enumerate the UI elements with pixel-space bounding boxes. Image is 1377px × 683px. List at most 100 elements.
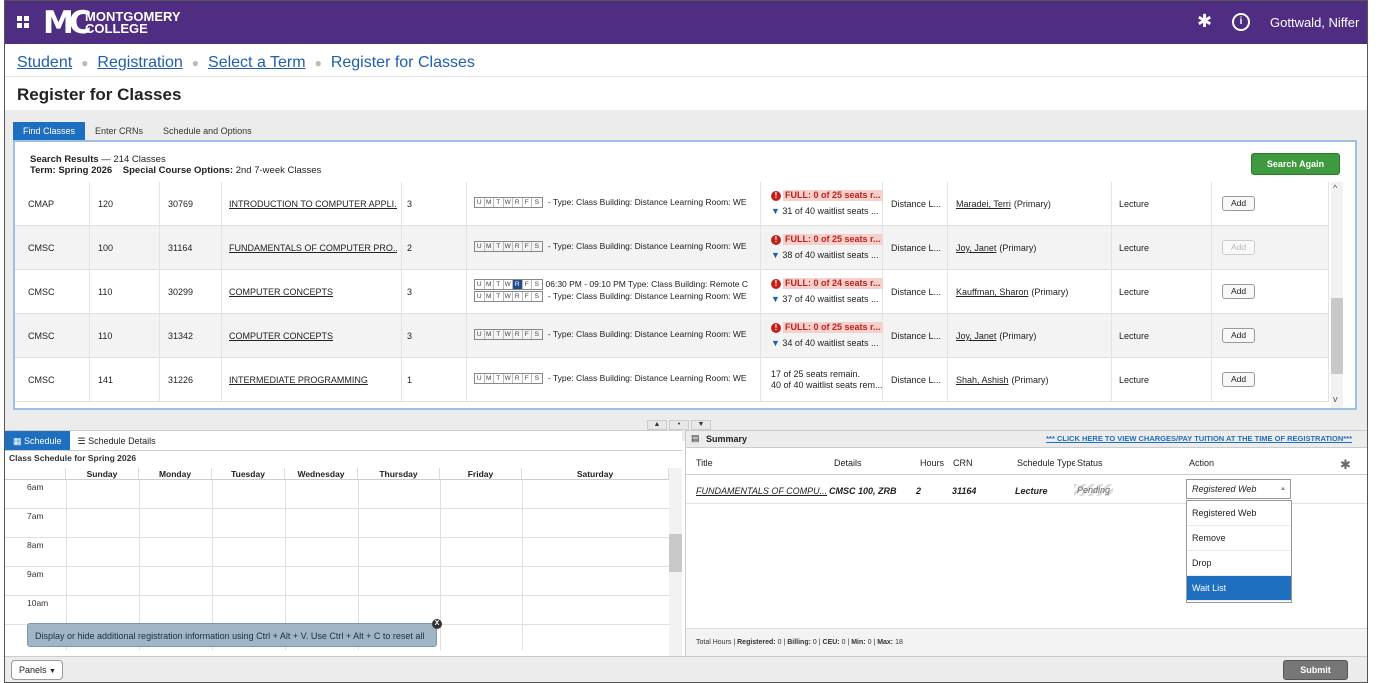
tab-enter-crns[interactable]: Enter CRNs	[85, 122, 153, 140]
waitlist-icon: ▼	[771, 338, 783, 348]
day-cell: F	[523, 198, 532, 208]
add-button[interactable]: Add	[1222, 284, 1255, 299]
breadcrumb-student[interactable]: Student	[17, 54, 72, 71]
instructor-link[interactable]: Maradei, Terri	[956, 199, 1011, 209]
hour-row: 6am	[5, 480, 669, 509]
day-cell: T	[494, 242, 504, 252]
credit-hours: 3	[407, 331, 413, 341]
chevron-up-icon: ▲	[1280, 486, 1286, 492]
hour-row: 7am	[5, 509, 669, 538]
breadcrumb-separator-icon: ●	[314, 56, 322, 70]
collapse-down-icon[interactable]: ▼	[691, 420, 711, 430]
day-cell: S	[534, 281, 539, 289]
course-number: 120	[98, 199, 114, 209]
option-registered-web[interactable]: Registered Web	[1187, 501, 1291, 526]
close-icon[interactable]: X	[432, 619, 442, 629]
option-drop[interactable]: Drop	[1187, 551, 1291, 576]
day-cell: W	[504, 280, 513, 290]
day-cell: U	[475, 330, 485, 340]
meeting-text: - Type: Class Building: Distance Learnin…	[545, 197, 747, 207]
day-cell: R	[513, 280, 523, 290]
table-row: CMSC 110 31342 COMPUTER CONCEPTS 3 U M T W R F S - …	[15, 314, 1329, 358]
user-icon[interactable]: i	[1232, 13, 1250, 31]
instructor-link[interactable]: Kauffman, Sharon	[956, 287, 1028, 297]
search-again-button[interactable]: Search Again	[1251, 153, 1340, 175]
instructor: Kauffman, Sharon (Primary)	[956, 287, 1068, 297]
col-details: Details	[834, 458, 862, 468]
scroll-down-icon[interactable]: v	[1333, 394, 1338, 404]
breadcrumb-select-term[interactable]: Select a Term	[208, 54, 306, 71]
option-wait-list[interactable]: Wait List	[1187, 576, 1291, 601]
ceu-label: CEU:	[822, 639, 840, 646]
credit-hours: 3	[407, 287, 413, 297]
tab-schedule-details-label: Schedule Details	[88, 436, 156, 446]
panel-splitter[interactable]: ▲ • ▼	[647, 420, 727, 430]
add-button[interactable]: Add	[1222, 328, 1255, 343]
page-title: Register for Classes	[17, 85, 182, 104]
user-name[interactable]: Gottwald, Niffer	[1270, 15, 1359, 30]
tab-schedule-options[interactable]: Schedule and Options	[153, 122, 262, 140]
action-select[interactable]: Registered Web ▲	[1186, 479, 1291, 499]
hour-label: 8am	[27, 540, 44, 550]
option-remove[interactable]: Remove	[1187, 526, 1291, 551]
submit-button[interactable]: Submit	[1283, 660, 1348, 680]
meeting-time: 06:30 PM - 09:10 PM	[545, 279, 626, 289]
summary-course-title[interactable]: FUNDAMENTALS OF COMPU...	[696, 486, 828, 496]
day-of-week-grid: UMTWRFS	[474, 329, 543, 341]
tab-schedule-details[interactable]: ☰ Schedule Details	[70, 431, 164, 450]
course-title-link[interactable]: FUNDAMENTALS OF COMPUTER PRO...	[229, 243, 397, 253]
summary-crn: 31164	[952, 486, 977, 496]
collapse-up-icon[interactable]: ▲	[647, 420, 667, 430]
scroll-thumb[interactable]	[669, 534, 682, 572]
results-scrollbar[interactable]: ^ v	[1331, 182, 1343, 408]
course-title-link[interactable]: INTRODUCTION TO COMPUTER APPLI...	[229, 199, 397, 209]
panels-button[interactable]: Panels ▼	[11, 660, 63, 680]
col-schedule-type: Schedule Type	[1017, 458, 1075, 468]
college-logo[interactable]: MC MONTGOMERY COLLEGE	[43, 7, 193, 39]
status-full: FULL: 0 of 24 seats r...	[783, 278, 883, 289]
day-of-week-grid: UMTWRFS	[474, 197, 543, 209]
add-button[interactable]: Add	[1222, 196, 1255, 211]
term-value: Spring 2026	[58, 165, 113, 176]
min-value: 0	[867, 639, 872, 646]
instructor-link[interactable]: Joy, Janet	[956, 243, 996, 253]
table-cell	[761, 182, 883, 225]
instructor-link[interactable]: Joy, Janet	[956, 331, 996, 341]
summary-footer: Total Hours | Registered: 0 | Billing: 0…	[686, 628, 1367, 656]
day-cell: F	[523, 330, 532, 340]
tab-schedule[interactable]: ▦ Schedule	[5, 431, 70, 450]
gear-icon[interactable]: ✱	[1340, 457, 1351, 473]
calendar-scrollbar[interactable]	[669, 468, 682, 656]
tab-find-classes[interactable]: Find Classes	[13, 122, 86, 140]
crn: 31226	[168, 375, 194, 385]
add-button[interactable]: Add	[1222, 372, 1255, 387]
gear-icon[interactable]: ✱	[1197, 12, 1212, 30]
course-title-link[interactable]: INTERMEDIATE PROGRAMMING	[229, 375, 397, 385]
table-cell	[761, 270, 883, 313]
seat-status: ! FULL: 0 of 25 seats r...	[771, 234, 883, 245]
waitlist-text: 34 of 40 waitlist seats ...	[782, 338, 879, 348]
day-cell: S	[534, 293, 539, 301]
waitlist-status: ▼ 38 of 40 waitlist seats ...	[771, 250, 878, 260]
tab-bar: Find Classes Enter CRNs Schedule and Opt…	[13, 122, 262, 140]
day-cell: U	[475, 198, 485, 208]
instructor-link[interactable]: Shah, Ashish	[956, 375, 1009, 385]
course-number: 110	[98, 331, 113, 341]
scroll-thumb[interactable]	[1331, 298, 1343, 374]
pay-tuition-link[interactable]: *** CLICK HERE TO VIEW CHARGES/PAY TUITI…	[1046, 434, 1352, 443]
day-header-tuesday: Tuesday	[212, 468, 285, 479]
schedule-type: Lecture	[1119, 243, 1150, 253]
action-select-value: Registered Web	[1192, 484, 1257, 494]
seat-status: ! FULL: 0 of 25 seats r...	[771, 322, 883, 333]
breadcrumb-registration[interactable]: Registration	[97, 54, 182, 71]
course-title-link[interactable]: COMPUTER CONCEPTS	[229, 287, 397, 297]
registered-label: Registered:	[737, 639, 776, 646]
results-title: Search Results	[30, 154, 99, 165]
instructor: Maradei, Terri (Primary)	[956, 199, 1051, 209]
col-action: Action	[1189, 458, 1215, 468]
options-label: Special Course Options:	[122, 165, 234, 176]
splitter-handle-icon[interactable]: •	[669, 420, 689, 430]
scroll-up-icon[interactable]: ^	[1333, 183, 1337, 193]
apps-grid-icon[interactable]	[17, 16, 29, 28]
course-title-link[interactable]: COMPUTER CONCEPTS	[229, 331, 397, 341]
